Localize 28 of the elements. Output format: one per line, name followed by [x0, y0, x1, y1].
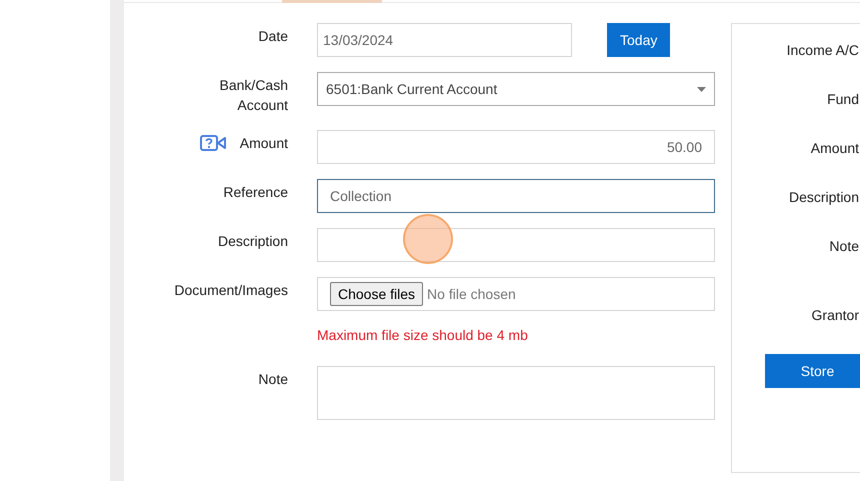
field-label: Amount: [810, 139, 859, 158]
video-help-icon[interactable]: [200, 135, 226, 151]
field-label: Grantor: [812, 306, 859, 325]
today-button[interactable]: Today: [607, 23, 670, 57]
field-label: Amount: [240, 134, 288, 153]
file-status: No file chosen: [427, 286, 516, 302]
text-field[interactable]: Collection: [317, 179, 715, 213]
amount-field[interactable]: 50.00: [317, 130, 715, 164]
field-label: Date: [258, 27, 288, 46]
file-field[interactable]: Choose files No file chosen: [317, 277, 715, 311]
account-dropdown[interactable]: 6501:Bank Current Account: [317, 72, 715, 106]
file-size-warning: Maximum file size should be 4 mb: [317, 327, 529, 345]
field-label: Reference: [223, 183, 288, 202]
field-label: Note: [829, 237, 859, 256]
field-label: Description: [218, 232, 288, 251]
date-field[interactable]: 13/03/2024: [317, 23, 572, 57]
text-field[interactable]: [317, 228, 715, 262]
field-label: Document/Images: [174, 281, 288, 300]
field-label: Fund: [827, 90, 859, 109]
click-indicator: [403, 214, 453, 264]
choose-files-button[interactable]: Choose files: [330, 282, 424, 306]
note-field[interactable]: [317, 366, 715, 420]
field-label: Note: [258, 370, 288, 389]
field-label: Income A/C: [786, 41, 859, 60]
field-label: Description: [788, 188, 859, 207]
store-button[interactable]: Store: [765, 354, 860, 388]
field-label: Bank/Cash Account: [218, 76, 288, 115]
caret-icon: [697, 86, 706, 92]
